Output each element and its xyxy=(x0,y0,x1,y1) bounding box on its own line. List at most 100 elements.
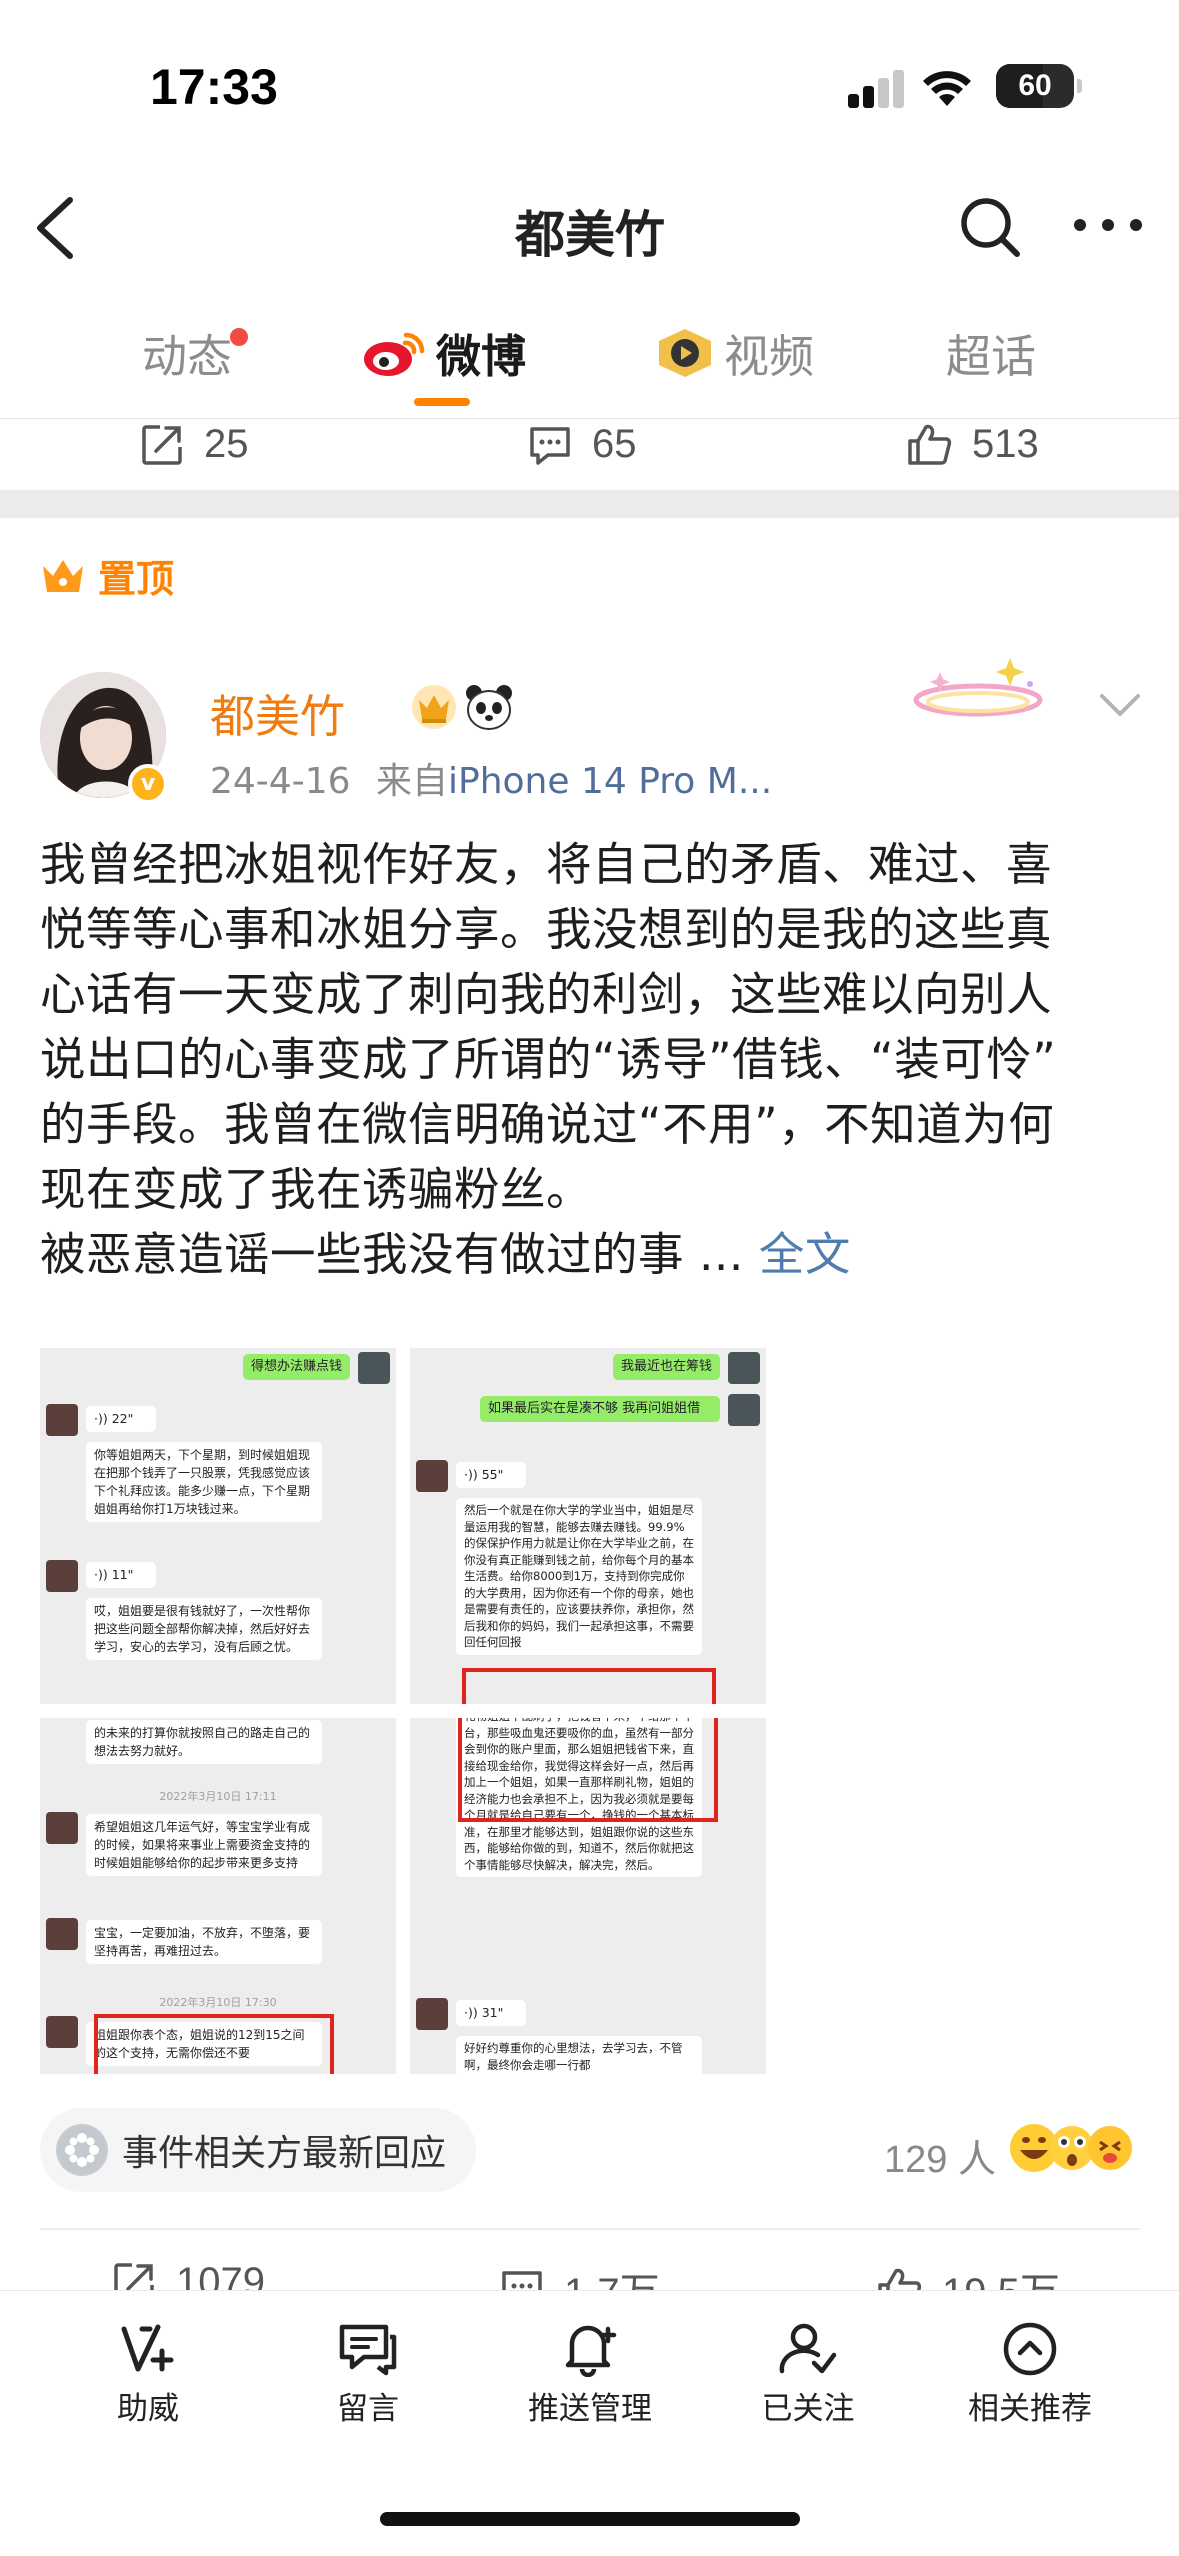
comment-button[interactable]: 65 xyxy=(528,422,637,467)
cheer-button[interactable]: 助威 xyxy=(48,2321,248,2428)
message-label: 留言 xyxy=(337,2391,399,2427)
tab-dongtai[interactable]: 动态 xyxy=(142,320,248,385)
panda-badge-icon[interactable] xyxy=(464,683,514,731)
highlight-box xyxy=(462,1668,716,1704)
post-text-line: 的手段。我曾在微信明确说过“不用”，不知道为何 xyxy=(40,1098,1055,1151)
highlight-box xyxy=(458,1718,718,1822)
chevron-down-icon[interactable] xyxy=(1096,690,1144,720)
post-meta: 24-4-16 来自iPhone 14 Pro M... xyxy=(210,752,772,804)
author-name[interactable]: 都美竹 xyxy=(210,680,345,745)
active-tab-indicator xyxy=(414,398,470,406)
card-decoration-icon xyxy=(913,658,1043,717)
tab-chaohua[interactable]: 超话 xyxy=(946,320,1036,385)
like-icon xyxy=(908,424,952,465)
tab-label: 微博 xyxy=(436,330,527,383)
bell-icon xyxy=(565,2325,617,2377)
voice-message: ·)) 31" xyxy=(456,2000,526,2026)
voice-message: ·)) 22" xyxy=(86,1406,156,1432)
post-image-3[interactable]: 的未来的打算你就按照自己的路走自己的想法去努力就好。 2022年3月10日 17… xyxy=(40,1718,396,2074)
chat-bubble-sent: 如果最后实在是凑不够 我再问姐姐借 xyxy=(480,1396,720,1422)
chat-bubble-sent: 得想办法赚点钱 xyxy=(242,1354,350,1380)
chat-bubble-received: 哎，姐姐要是很有钱就好了，一次性帮你把这些问题全部帮你解决掉，然后好好去学习，安… xyxy=(86,1598,322,1660)
repost-icon xyxy=(142,424,182,465)
followed-icon xyxy=(779,2323,837,2374)
message-button[interactable]: 留言 xyxy=(268,2321,468,2428)
battery-indicator: 60 xyxy=(996,64,1082,108)
page-title: 都美竹 xyxy=(515,206,665,264)
pinned-label: 置顶 xyxy=(40,548,174,603)
chat-bubble-received: 好好约尊重你的心里想法，去学习去，不管啊，最终你会走哪一行都 xyxy=(456,2036,702,2074)
read-full-text-link[interactable]: 全文 xyxy=(759,1228,851,1281)
video-tab-icon xyxy=(659,328,711,377)
wifi-icon xyxy=(923,71,971,106)
search-icon[interactable] xyxy=(955,192,1025,262)
post-text-line: 现在变成了我在诱骗粉丝。 xyxy=(40,1163,593,1216)
recommend-icon xyxy=(1003,2322,1057,2376)
reaction-emoji-icons[interactable] xyxy=(1006,2120,1136,2176)
post-text-line: 心话有一天变成了刺向我的利剑，这些难以向别人 xyxy=(40,968,1053,1021)
post-image-1[interactable]: 得想办法赚点钱 ·)) 22" 你等姐姐两天，下个星期，到时候姐姐现在把那个钱弄… xyxy=(40,1348,396,1704)
tab-label: 动态 xyxy=(142,330,233,383)
push-management-label: 推送管理 xyxy=(528,2391,652,2427)
like-count: 513 xyxy=(972,422,1039,466)
reaction-count: 129 人 xyxy=(884,2139,996,2181)
repost-button[interactable]: 25 xyxy=(140,422,249,467)
post-text-last-line: 被恶意造谣一些我没有做过的事 ... 全文 xyxy=(40,1222,1150,1287)
post-image-2[interactable]: 我最近也在筹钱 如果最后实在是凑不够 我再问姐姐借 ·)) 55" 然后一个就是… xyxy=(410,1348,766,1704)
post-text: 我曾经把冰姐视作好友，将自己的矛盾、难过、喜 悦等等心事和冰姐分享。我没想到的是… xyxy=(40,832,1150,1287)
status-time: 17:33 xyxy=(150,59,278,115)
post-date: 24-4-16 xyxy=(210,761,351,802)
followed-button[interactable]: 已关注 xyxy=(708,2321,908,2428)
post-image-4[interactable]: 礼物姐姐不乱刷了，把钱省下来，不给那个平台，那些吸血鬼还要吸你的血，虽然有一部分… xyxy=(410,1718,766,2074)
pinned-text: 置顶 xyxy=(98,557,175,601)
post-text-line: 被恶意造谣一些我没有做过的事 ... xyxy=(40,1228,744,1281)
chat-bubble-received: 你等姐姐两天，下个星期，到时候姐姐现在把那个钱弄了一只股票，凭我感觉应该下个礼拜… xyxy=(86,1442,322,1522)
weibo-logo-icon xyxy=(364,332,425,376)
chat-bubble-received: 希望姐姐这几年运气好，等宝宝学业有成的时候，如果将来事业上需要资金支持的时候姐姐… xyxy=(86,1814,322,1876)
like-button[interactable]: 513 xyxy=(906,422,1039,467)
previous-post-actions: 25 65 513 xyxy=(0,408,1179,498)
chat-timestamp: 2022年3月10日 17:11 xyxy=(159,1790,277,1803)
comment-count: 65 xyxy=(592,422,637,466)
post-text-line: 我曾经把冰姐视作好友，将自己的矛盾、难过、喜 xyxy=(40,838,1053,891)
cellular-signal-icon xyxy=(848,68,906,108)
more-options-icon[interactable] xyxy=(1068,210,1148,240)
chat-bubble-received: 然后一个就是在你大学的学业当中，姐姐是尽量运用我的智慧，能够去赚去赚钱。99.9… xyxy=(456,1498,702,1655)
profile-tabs: 动态 微博 视频 超话 xyxy=(0,294,1179,419)
recommend-label: 相关推荐 xyxy=(968,2391,1092,2427)
response-icon xyxy=(56,2124,108,2176)
chat-bubble-received: 的未来的打算你就按照自己的路走自己的想法去努力就好。 xyxy=(86,1720,322,1764)
vip-crown-icon[interactable] xyxy=(410,683,458,731)
voice-message: ·)) 11" xyxy=(86,1562,156,1588)
comment-icon xyxy=(530,426,570,465)
push-management-button[interactable]: 推送管理 xyxy=(490,2321,690,2428)
response-chip-label: 事件相关方最新回应 xyxy=(122,2133,447,2174)
post-text-line: 说出口的心事变成了所谓的“诱导”借钱、“装可怜” xyxy=(40,1033,1057,1086)
back-arrow-icon[interactable] xyxy=(30,192,86,264)
chat-bubble-sent: 我最近也在筹钱 xyxy=(612,1354,720,1380)
post-text-line: 悦等等心事和冰姐分享。我没想到的是我的这些真 xyxy=(40,903,1053,956)
crown-pin-icon xyxy=(43,559,83,592)
voice-message: ·)) 55" xyxy=(456,1462,526,1488)
related-response-chip[interactable]: 事件相关方最新回应 xyxy=(40,2108,477,2192)
section-divider xyxy=(0,490,1179,518)
repost-count: 25 xyxy=(204,422,249,466)
post-device[interactable]: iPhone 14 Pro M... xyxy=(448,761,772,802)
cheer-label: 助威 xyxy=(117,2391,179,2427)
chat-bubble-received: 宝宝，一定要加油，不放弃，不堕落，要坚持再苦，再难扭过去。 xyxy=(86,1920,322,1964)
tab-weibo[interactable]: 微博 xyxy=(362,320,526,385)
related-recommend-button[interactable]: 相关推荐 xyxy=(930,2321,1130,2428)
notification-dot xyxy=(230,328,248,346)
verified-badge-icon: v xyxy=(128,764,168,804)
divider xyxy=(40,2228,1140,2230)
chat-timestamp: 2022年3月10日 17:30 xyxy=(159,1996,277,2009)
source-prefix: 来自 xyxy=(375,761,448,802)
cheer-icon xyxy=(121,2324,174,2372)
tab-label: 超话 xyxy=(946,330,1037,383)
highlight-box xyxy=(94,2014,334,2074)
tab-video[interactable]: 视频 xyxy=(656,320,814,385)
battery-level: 60 xyxy=(1018,69,1052,102)
home-indicator[interactable] xyxy=(380,2512,800,2526)
followed-label: 已关注 xyxy=(761,2391,855,2427)
message-icon xyxy=(339,2324,397,2376)
